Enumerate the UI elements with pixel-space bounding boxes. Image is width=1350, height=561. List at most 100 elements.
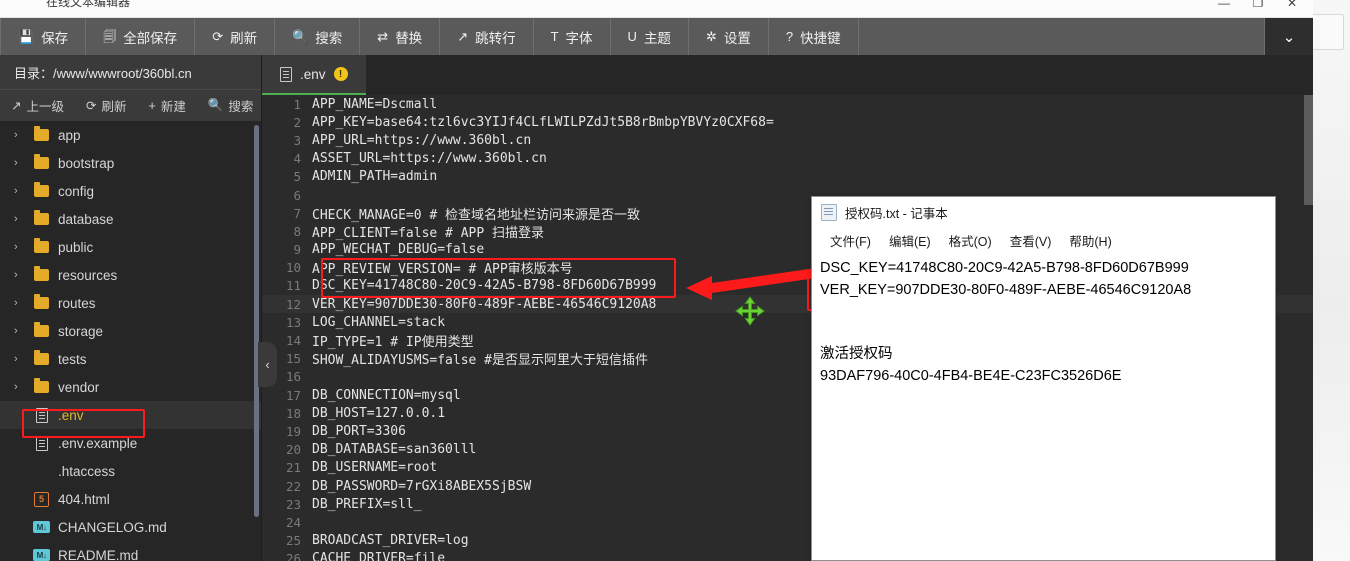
line-number: 5 — [293, 169, 301, 185]
chevron-right-icon[interactable]: › — [14, 241, 25, 253]
background-button-1[interactable] — [1312, 14, 1344, 50]
sidebar-op-label: 搜索 — [228, 100, 254, 114]
tree-item-CHANGELOG-md[interactable]: M↓ CHANGELOG.md — [0, 513, 261, 541]
tree-item-config[interactable]: › config — [0, 177, 261, 205]
replace-icon: ⇄ — [377, 29, 389, 44]
chevron-right-icon[interactable]: › — [14, 157, 25, 169]
markdown-glyph: M↓ — [33, 549, 50, 561]
tree-item-routes[interactable]: › routes — [0, 289, 261, 317]
chevron-right-icon[interactable]: › — [14, 381, 25, 393]
toolbar-item-save[interactable]: 💾 保存 — [0, 18, 87, 55]
code-line[interactable]: 2 APP_KEY=base64:tzl6vc3YIJf4CLfLWILPZdJt… — [262, 113, 1313, 131]
close-icon[interactable]: ✕ — [1275, 0, 1309, 14]
toolbar-item-search[interactable]: 🔍 搜索 — [275, 18, 361, 55]
code-scrollbar[interactable] — [1304, 95, 1313, 205]
tree-item-label: storage — [58, 323, 104, 339]
current-directory-label: 目录：/www/wwwroot/360bl.cn — [0, 55, 261, 89]
chevron-right-icon[interactable]: › — [14, 185, 25, 197]
line-number: 17 — [285, 387, 301, 403]
search-icon: 🔍 — [292, 29, 309, 44]
folder-icon — [33, 350, 50, 365]
tree-item-env-example[interactable]: .env.example — [0, 429, 261, 457]
tree-item-app[interactable]: › app — [0, 121, 261, 149]
markdown-file-icon: M↓ — [33, 549, 50, 561]
tree-item-env[interactable]: .env — [0, 401, 261, 429]
code-line[interactable]: 5 ADMIN_PATH=admin — [262, 168, 1313, 186]
toolbar-item-replace[interactable]: ⇄ 替换 — [360, 18, 441, 55]
save-all-icon: 🗐 — [103, 29, 117, 44]
line-number: 25 — [285, 533, 301, 549]
code-line[interactable]: 1 APP_NAME=Dscmall — [262, 95, 1313, 113]
notepad-menu-format[interactable]: 格式(O) — [940, 231, 1001, 250]
markdown-glyph: M↓ — [33, 521, 50, 533]
toolbar-item-refresh[interactable]: ⟳ 刷新 — [195, 18, 276, 55]
code-line-text: DB_PORT=3306 — [312, 423, 406, 439]
line-number: 11 — [285, 278, 301, 294]
editor-tab-bar: .env ! — [262, 55, 1313, 95]
notepad-line: DSC_KEY=41748C80-20C9-42A5-B798-8FD60D67… — [820, 260, 1189, 276]
shortcuts-icon: ? — [785, 29, 794, 44]
toolbar-item-label: 主题 — [643, 30, 671, 46]
restore-icon[interactable]: ❐ — [1241, 0, 1275, 14]
tree-item-database[interactable]: › database — [0, 205, 261, 233]
sidebar-op-new[interactable]: + 新建 — [138, 96, 197, 115]
tree-item-htaccess[interactable]: .htaccess — [0, 457, 261, 485]
folder-icon — [33, 182, 50, 197]
toolbar-item-font[interactable]: T 字体 — [534, 18, 611, 55]
tree-item-storage[interactable]: › storage — [0, 317, 261, 345]
notepad-icon — [821, 204, 837, 221]
chevron-right-icon[interactable]: › — [14, 325, 25, 337]
sidebar-op-label: 刷新 — [101, 100, 127, 114]
tab-env[interactable]: .env ! — [262, 55, 366, 95]
folder-glyph — [34, 126, 49, 141]
code-line-text: APP_WECHAT_DEBUG=false — [312, 242, 485, 258]
notepad-menu-help[interactable]: 帮助(H) — [1060, 231, 1120, 250]
sidebar-op-search[interactable]: 🔍 搜索 — [197, 96, 265, 115]
toolbar-item-settings[interactable]: ✲ 设置 — [689, 18, 769, 55]
folder-icon — [33, 322, 50, 337]
chevron-right-icon[interactable]: › — [14, 353, 25, 365]
tree-item-vendor[interactable]: › vendor — [0, 373, 261, 401]
html5-file-icon: 5 — [33, 491, 50, 507]
minimize-icon[interactable]: — — [1207, 0, 1241, 14]
tree-item-label: app — [58, 127, 81, 143]
code-line-text: APP_CLIENT=false # APP 扫描登录 — [312, 225, 545, 241]
sidebar-op-refresh[interactable]: ⟳ 刷新 — [75, 96, 138, 115]
toolbar-item-shortcuts[interactable]: ? 快捷键 — [769, 18, 859, 55]
chevron-right-icon[interactable]: › — [14, 269, 25, 281]
code-line-text: APP_REVIEW_VERSION= # APP审核版本号 — [312, 262, 573, 278]
toolbar-item-label: 设置 — [723, 30, 751, 46]
sidebar-op-up-level[interactable]: ↗ 上一级 — [0, 96, 75, 115]
tree-item-resources[interactable]: › resources — [0, 261, 261, 289]
settings-icon: ✲ — [705, 29, 717, 44]
notepad-menu-edit[interactable]: 编辑(E) — [880, 231, 940, 250]
chevron-right-icon[interactable]: › — [14, 213, 25, 225]
code-line-text: CHECK_MANAGE=0 # 检查域名地址栏访问来源是否一致 — [312, 207, 641, 223]
notepad-menu-bar: 文件(F) 编辑(E) 格式(O) 查看(V) 帮助(H) — [812, 228, 1275, 253]
sidebar-collapse-handle[interactable]: ‹ — [258, 342, 277, 387]
toolbar-item-label: 快捷键 — [800, 30, 841, 46]
refresh-icon: ⟳ — [212, 29, 224, 44]
notepad-title-bar: 授权码.txt - 记事本 — [812, 197, 1275, 228]
chevron-right-icon[interactable]: › — [14, 297, 25, 309]
toolbar-item-goto-line[interactable]: ↗ 跳转行 — [440, 18, 534, 55]
notepad-menu-file[interactable]: 文件(F) — [821, 231, 880, 250]
tree-item-bootstrap[interactable]: › bootstrap — [0, 149, 261, 177]
file-tree[interactable]: › app › bootstrap › config › database › public › re… — [0, 121, 261, 561]
sidebar-scrollbar[interactable] — [254, 125, 259, 517]
toolbar-item-save-all[interactable]: 🗐 全部保存 — [86, 18, 196, 55]
toolbar-item-theme[interactable]: U 主题 — [611, 18, 689, 55]
tree-item-tests[interactable]: › tests — [0, 345, 261, 373]
notepad-text-area[interactable]: DSC_KEY=41748C80-20C9-42A5-B798-8FD60D67… — [812, 255, 1275, 560]
code-line[interactable]: 3 APP_URL=https://www.360bl.cn — [262, 131, 1313, 149]
tree-item-404-html[interactable]: 5 404.html — [0, 485, 261, 513]
chevron-down-icon[interactable]: ⌄ — [1265, 18, 1313, 55]
tree-item-public[interactable]: › public — [0, 233, 261, 261]
chevron-right-icon[interactable]: › — [14, 129, 25, 141]
code-line[interactable]: 4 ASSET_URL=https://www.360bl.cn — [262, 150, 1313, 168]
tree-item-README-md[interactable]: M↓ README.md — [0, 541, 261, 561]
file-icon — [280, 66, 292, 82]
code-line-text: APP_URL=https://www.360bl.cn — [312, 132, 532, 148]
notepad-menu-view[interactable]: 查看(V) — [1001, 231, 1061, 250]
sidebar-op-label: 上一级 — [26, 100, 64, 114]
